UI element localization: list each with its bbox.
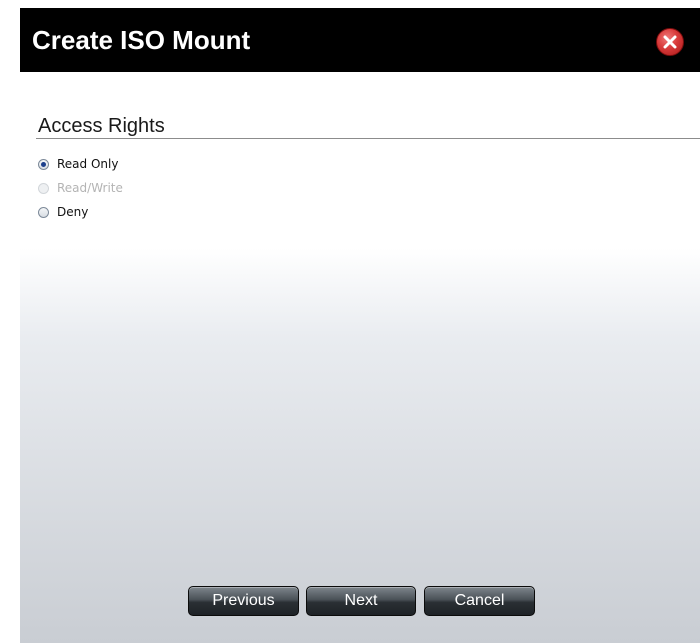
radio-read-write: Read/Write — [38, 179, 123, 197]
radio-read-only[interactable]: Read Only — [38, 155, 118, 173]
close-button[interactable] — [656, 28, 684, 56]
access-rights-heading: Access Rights — [38, 115, 165, 137]
dialog-title: Create ISO Mount — [32, 25, 251, 55]
radio-label-deny: Deny — [57, 205, 89, 219]
radio-button-unselected[interactable] — [38, 206, 49, 218]
cancel-button[interactable]: Cancel — [424, 586, 535, 616]
radio-deny[interactable]: Deny — [38, 203, 88, 221]
section-divider — [36, 138, 700, 139]
radio-button-selected[interactable] — [38, 158, 49, 170]
close-icon — [663, 35, 677, 49]
radio-label-read-write: Read/Write — [57, 181, 123, 195]
dialog-titlebar: Create ISO Mount — [20, 8, 700, 72]
next-button[interactable]: Next — [306, 586, 416, 616]
radio-selected-dot — [41, 161, 46, 167]
radio-button-disabled — [38, 182, 49, 194]
radio-label-read-only: Read Only — [57, 157, 119, 171]
create-iso-mount-dialog: Create ISO Mount Access Rights Read Only… — [20, 8, 700, 643]
previous-button[interactable]: Previous — [188, 586, 299, 616]
